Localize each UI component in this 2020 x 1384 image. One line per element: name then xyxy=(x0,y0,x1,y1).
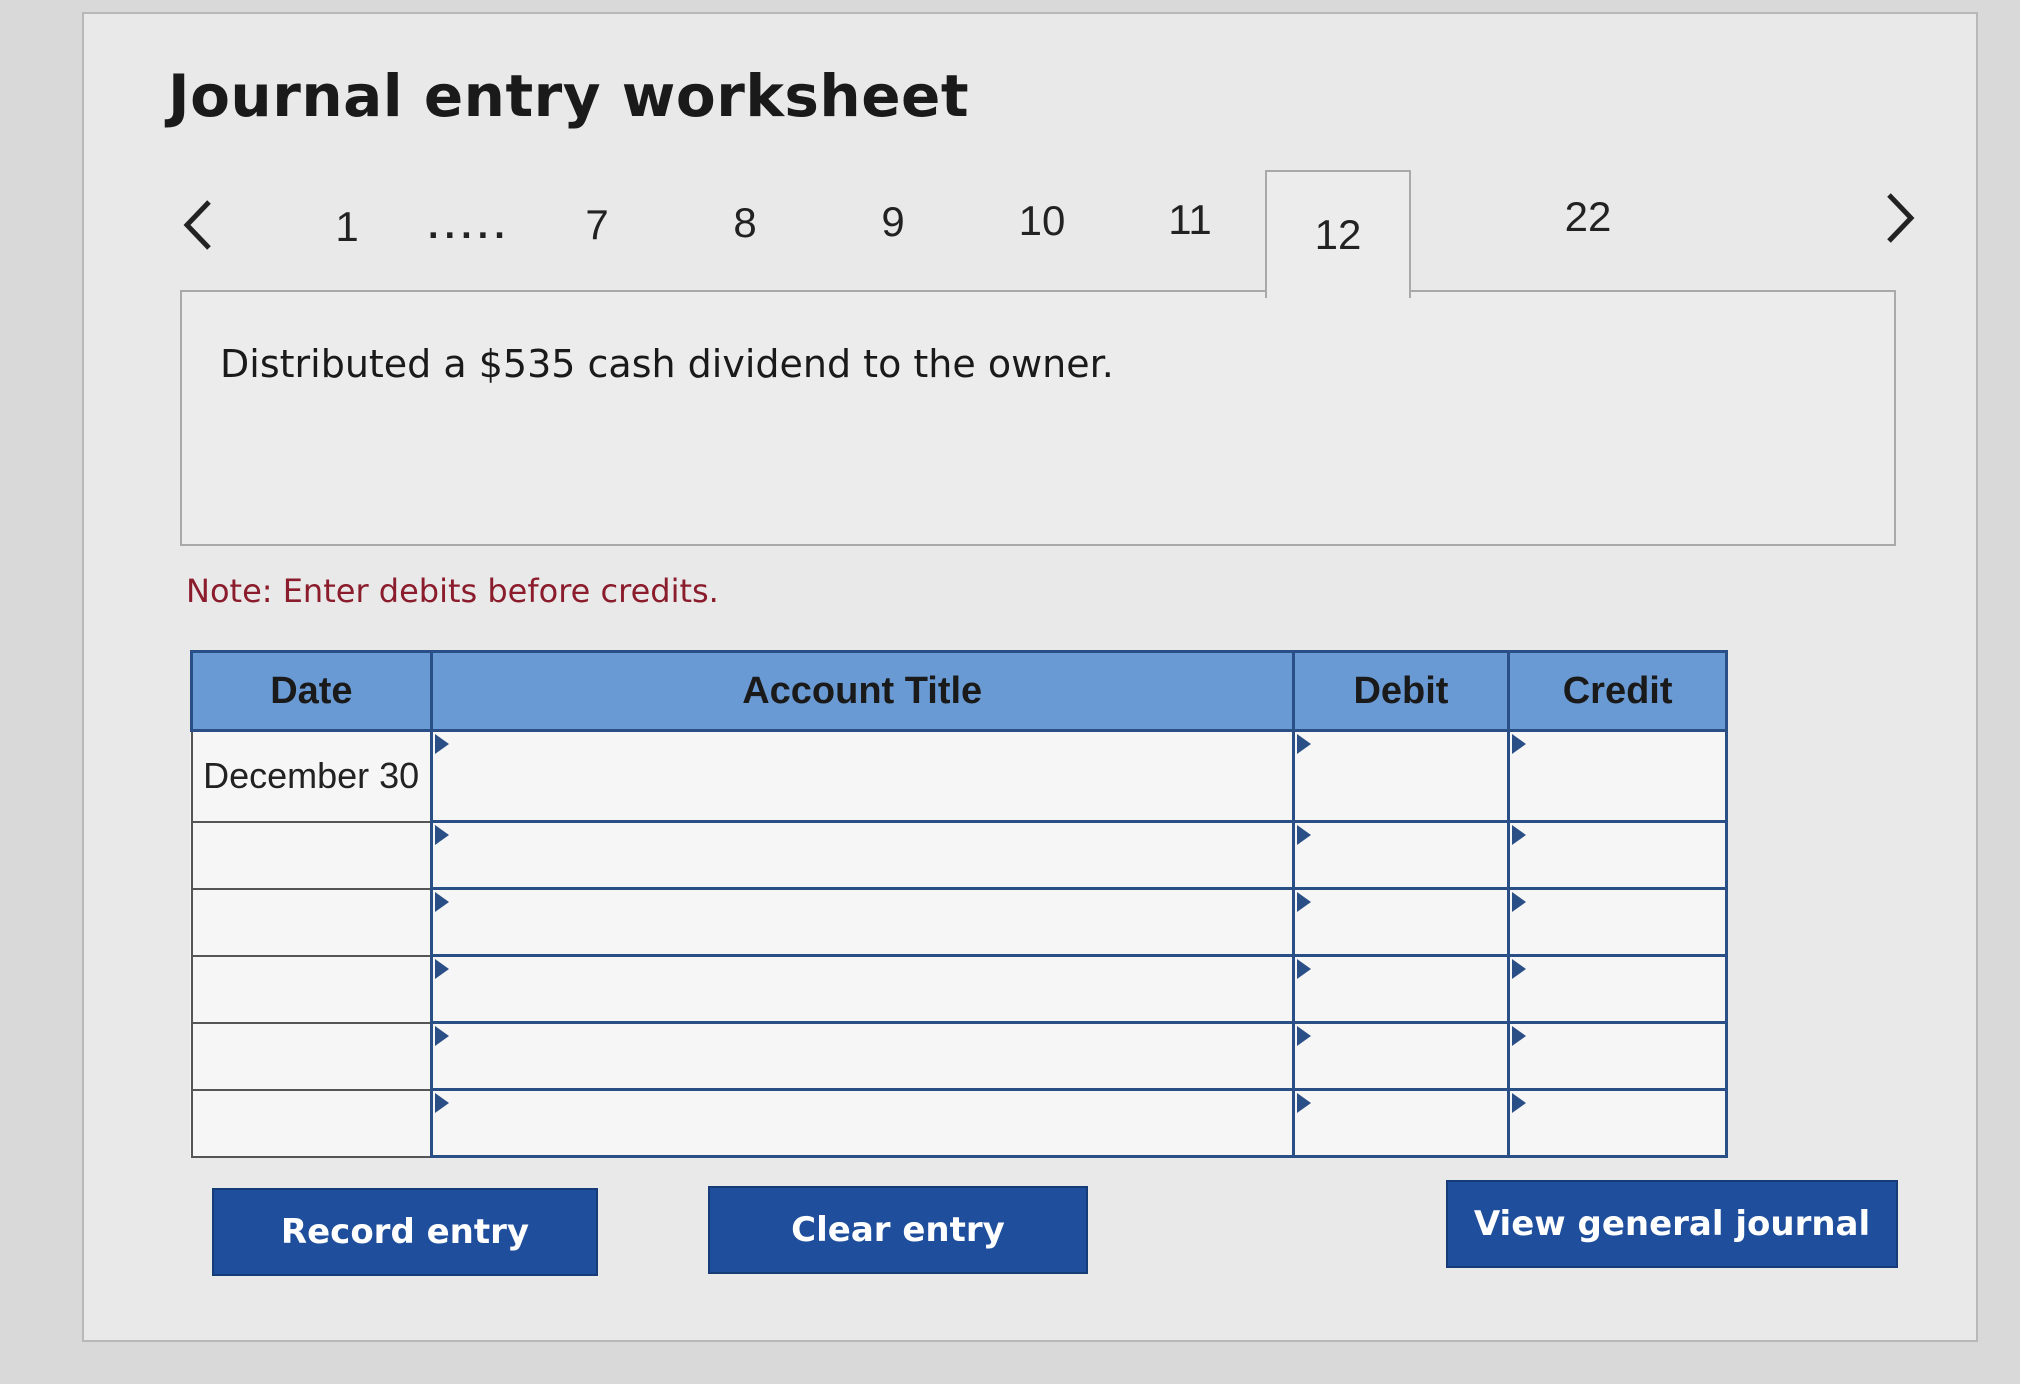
date-cell[interactable] xyxy=(190,1021,433,1091)
debit-input[interactable] xyxy=(1291,1088,1511,1158)
credit-input[interactable] xyxy=(1507,1021,1728,1091)
header-debit: Debit xyxy=(1291,650,1511,732)
chevron-right-icon[interactable] xyxy=(1880,188,1920,248)
dropdown-flag-icon xyxy=(1512,734,1527,754)
account-title-input[interactable] xyxy=(429,887,1295,957)
dropdown-flag-icon xyxy=(434,892,449,912)
date-cell[interactable] xyxy=(190,954,433,1024)
dropdown-flag-icon xyxy=(1296,1026,1311,1046)
dropdown-flag-icon xyxy=(434,1093,449,1113)
header-credit: Credit xyxy=(1507,650,1728,732)
tab-11[interactable]: 11 xyxy=(1158,196,1222,244)
chevron-left-icon[interactable] xyxy=(178,195,218,255)
account-title-input[interactable] xyxy=(429,1021,1295,1091)
account-title-input[interactable] xyxy=(429,820,1295,890)
table-row xyxy=(190,887,1728,957)
table-row xyxy=(190,954,1728,1024)
header-account-title: Account Title xyxy=(429,650,1295,732)
tab-22[interactable]: 22 xyxy=(1554,193,1622,241)
tab-12[interactable]: 12 xyxy=(1265,170,1411,298)
header-date: Date xyxy=(190,650,433,732)
page-title: Journal entry worksheet xyxy=(168,62,970,130)
table-row xyxy=(190,820,1728,890)
date-cell[interactable] xyxy=(190,1088,433,1158)
view-general-journal-button[interactable]: View general journal xyxy=(1446,1180,1898,1268)
debit-input[interactable] xyxy=(1291,887,1511,957)
credit-input[interactable] xyxy=(1507,954,1728,1024)
tab-1[interactable]: 1 xyxy=(322,203,372,251)
credit-input[interactable] xyxy=(1507,820,1728,890)
dropdown-flag-icon xyxy=(1512,1093,1527,1113)
journal-header-row: Date Account Title Debit Credit xyxy=(190,650,1728,732)
dropdown-flag-icon xyxy=(434,825,449,845)
account-title-input[interactable] xyxy=(429,1088,1295,1158)
dropdown-flag-icon xyxy=(434,734,449,754)
tab-ellipsis: ..... xyxy=(428,205,511,247)
tab-9[interactable]: 9 xyxy=(868,198,918,246)
record-entry-button[interactable]: Record entry xyxy=(212,1188,598,1276)
dropdown-flag-icon xyxy=(1512,892,1527,912)
date-cell[interactable] xyxy=(190,820,433,890)
tab-8[interactable]: 8 xyxy=(720,199,770,247)
account-title-input[interactable] xyxy=(429,954,1295,1024)
transaction-box: Distributed a $535 cash dividend to the … xyxy=(180,290,1896,546)
credit-input[interactable] xyxy=(1507,729,1728,823)
debit-input[interactable] xyxy=(1291,954,1511,1024)
debit-input[interactable] xyxy=(1291,729,1511,823)
table-row xyxy=(190,1021,1728,1091)
clear-entry-button[interactable]: Clear entry xyxy=(708,1186,1088,1274)
dropdown-flag-icon xyxy=(434,959,449,979)
dropdown-flag-icon xyxy=(1296,1093,1311,1113)
journal-table: Date Account Title Debit Credit December… xyxy=(190,650,1728,1158)
date-cell[interactable]: December 30 xyxy=(190,729,433,823)
dropdown-flag-icon xyxy=(1296,892,1311,912)
date-cell[interactable] xyxy=(190,887,433,957)
dropdown-flag-icon xyxy=(1296,825,1311,845)
table-row xyxy=(190,1088,1728,1158)
note-text: Note: Enter debits before credits. xyxy=(186,572,719,610)
dropdown-flag-icon xyxy=(1512,825,1527,845)
debit-input[interactable] xyxy=(1291,820,1511,890)
account-title-input[interactable] xyxy=(429,729,1295,823)
dropdown-flag-icon xyxy=(1296,734,1311,754)
dropdown-flag-icon xyxy=(1296,959,1311,979)
tab-7[interactable]: 7 xyxy=(572,201,622,249)
dropdown-flag-icon xyxy=(434,1026,449,1046)
dropdown-flag-icon xyxy=(1512,959,1527,979)
table-row: December 30 xyxy=(190,729,1728,823)
debit-input[interactable] xyxy=(1291,1021,1511,1091)
dropdown-flag-icon xyxy=(1512,1026,1527,1046)
transaction-description: Distributed a $535 cash dividend to the … xyxy=(220,342,1114,386)
credit-input[interactable] xyxy=(1507,1088,1728,1158)
credit-input[interactable] xyxy=(1507,887,1728,957)
tab-10[interactable]: 10 xyxy=(1010,197,1074,245)
